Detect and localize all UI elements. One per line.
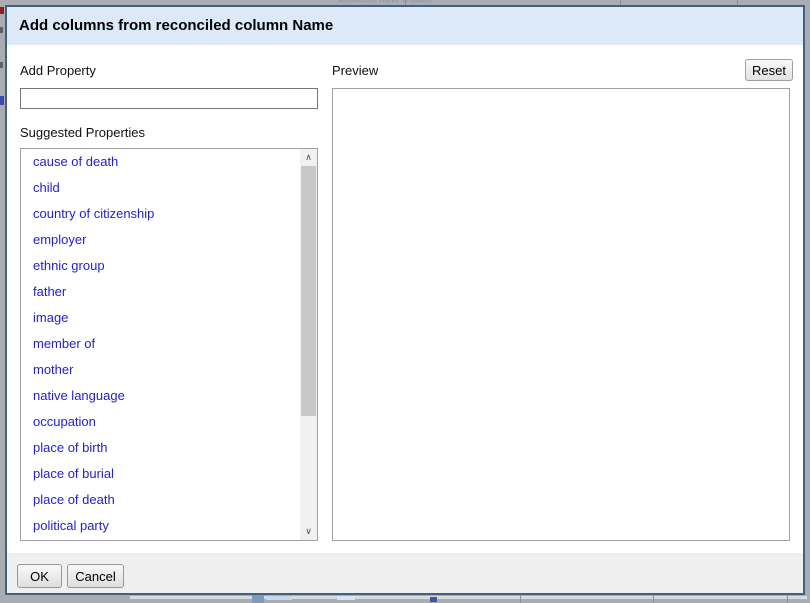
preview-panel <box>332 88 790 541</box>
preview-label: Preview <box>332 63 378 78</box>
background-table-cell <box>266 596 292 600</box>
background-column-divider <box>520 595 521 603</box>
list-item: image <box>21 305 300 331</box>
property-link[interactable]: father <box>33 284 66 299</box>
property-link[interactable]: place of burial <box>33 466 114 481</box>
background-text-fragment <box>0 27 3 33</box>
property-link[interactable]: place of death <box>33 492 115 507</box>
list-item: native language <box>21 383 300 409</box>
list-item: member of <box>21 331 300 357</box>
background-link-fragment <box>0 96 4 105</box>
screen: Choose new match Add columns from reconc… <box>0 0 810 603</box>
property-link[interactable]: occupation <box>33 414 96 429</box>
list-item: political party <box>21 513 300 539</box>
add-property-input[interactable] <box>20 88 318 109</box>
scrollbar-thumb[interactable] <box>301 166 316 416</box>
list-item: cause of death <box>21 149 300 175</box>
background-table-cell <box>252 595 264 603</box>
background-table-strip <box>0 595 810 603</box>
property-link[interactable]: ethnic group <box>33 258 105 273</box>
suggested-properties-label: Suggested Properties <box>20 125 145 140</box>
list-item: employer <box>21 227 300 253</box>
dialog-title: Add columns from reconciled column Name <box>7 7 803 45</box>
add-columns-dialog: Add columns from reconciled column Name … <box>5 5 805 595</box>
background-text-fragment <box>430 597 437 602</box>
chevron-up-icon[interactable]: ∧ <box>300 149 317 166</box>
property-link[interactable]: member of <box>33 336 95 351</box>
property-link[interactable]: mother <box>33 362 73 377</box>
property-link[interactable]: political party <box>33 518 109 533</box>
list-item: father <box>21 279 300 305</box>
property-link[interactable]: country of citizenship <box>33 206 154 221</box>
list-item: place of birth <box>21 435 300 461</box>
suggested-properties-listbox: cause of death child country of citizens… <box>20 148 318 541</box>
list-item: country of citizenship <box>21 201 300 227</box>
ok-button[interactable]: OK <box>17 564 62 588</box>
background-column-divider <box>653 595 654 603</box>
list-item: occupation <box>21 409 300 435</box>
background-table-cell <box>337 596 355 600</box>
list-item: place of death <box>21 487 300 513</box>
property-link[interactable]: image <box>33 310 68 325</box>
background-column-divider <box>787 595 788 603</box>
property-link[interactable]: employer <box>33 232 86 247</box>
chevron-down-icon[interactable]: ∨ <box>300 523 317 540</box>
scrollbar[interactable]: ∧ ∨ <box>300 149 317 540</box>
list-item: ethnic group <box>21 253 300 279</box>
add-property-label: Add Property <box>20 63 96 78</box>
property-link[interactable]: child <box>33 180 60 195</box>
background-right-strip <box>805 0 810 603</box>
background-text-fragment <box>0 62 3 68</box>
suggested-properties-list: cause of death child country of citizens… <box>21 149 300 540</box>
dialog-footer: OK Cancel <box>7 553 803 593</box>
list-item: place of burial <box>21 461 300 487</box>
property-link[interactable]: native language <box>33 388 125 403</box>
list-item: mother <box>21 357 300 383</box>
cancel-button[interactable]: Cancel <box>67 564 124 588</box>
background-text-fragment <box>0 7 4 14</box>
reset-button[interactable]: Reset <box>745 59 793 81</box>
property-link[interactable]: place of birth <box>33 440 107 455</box>
list-item: child <box>21 175 300 201</box>
property-link[interactable]: cause of death <box>33 154 118 169</box>
background-table-row <box>130 596 807 599</box>
